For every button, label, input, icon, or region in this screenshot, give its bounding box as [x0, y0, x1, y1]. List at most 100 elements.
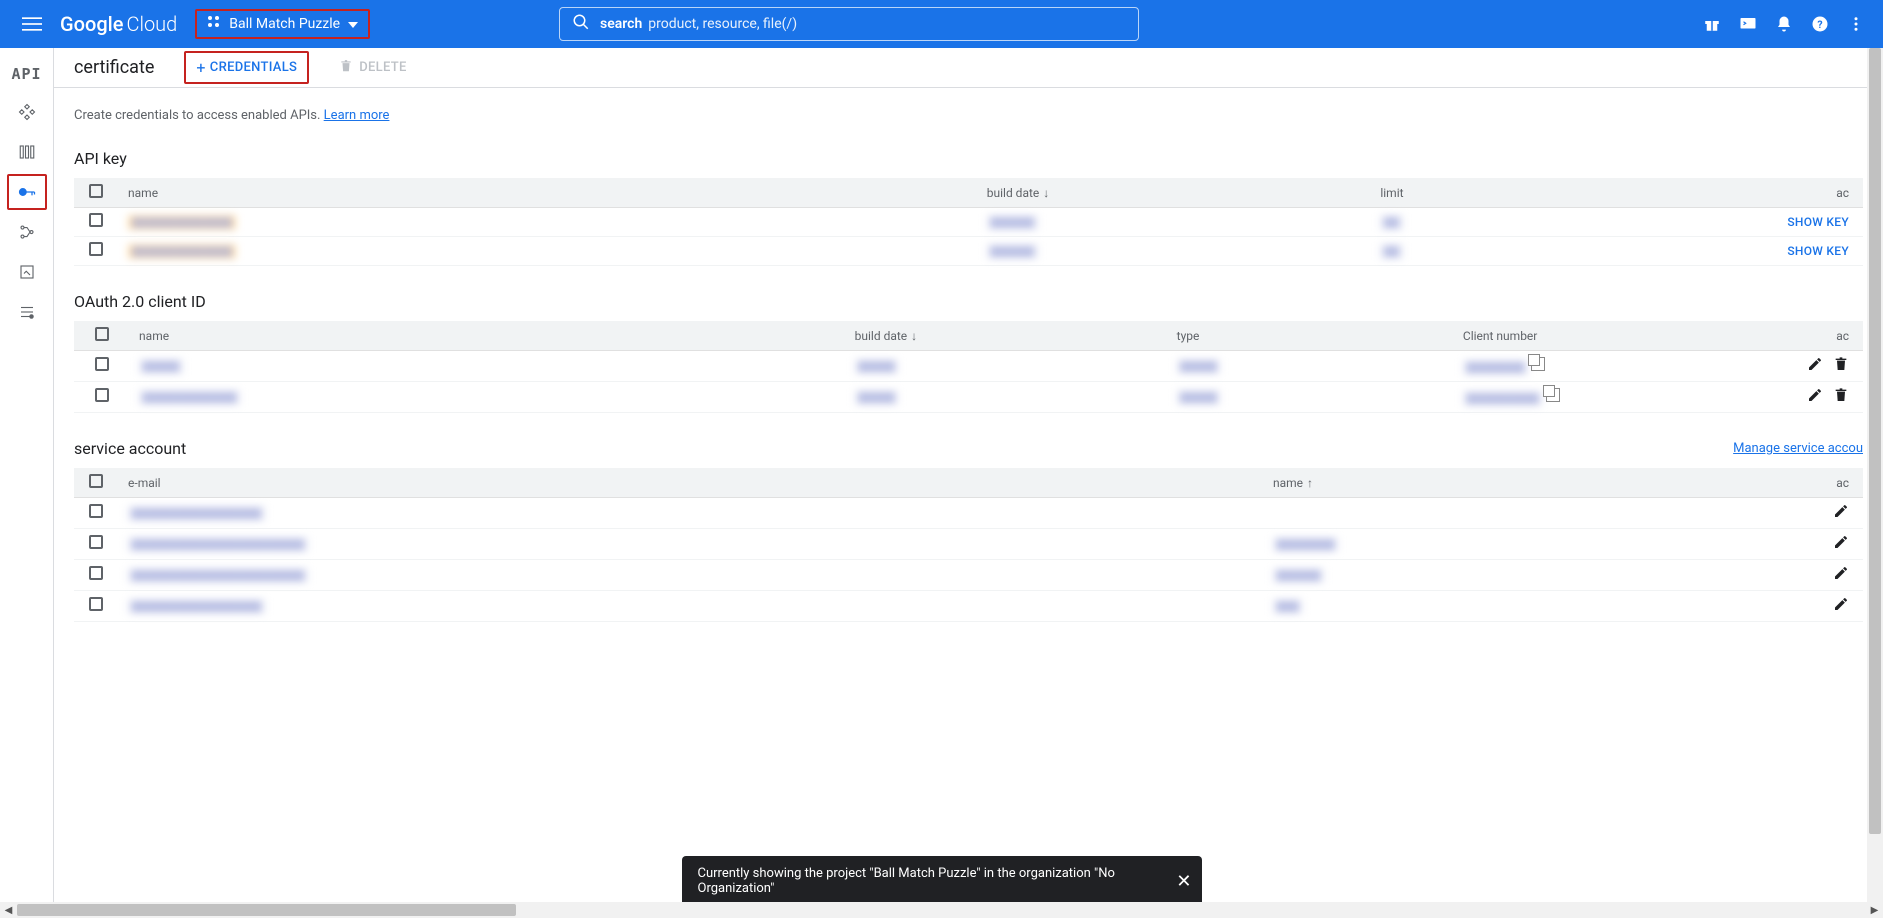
more-vert-icon[interactable] [1847, 15, 1865, 33]
hint-text: Create credentials to access enabled API… [74, 108, 1863, 123]
toast-message: Currently showing the project "Ball Matc… [698, 866, 1162, 896]
cloud-shell-icon[interactable] [1739, 15, 1757, 33]
sa-name: ▮▮▮▮▮▮ [1273, 568, 1324, 583]
trash-icon [339, 59, 353, 77]
checkbox[interactable] [95, 388, 109, 402]
col-actions: ac [1739, 321, 1863, 351]
apikey-limit: ▮▮ [1380, 244, 1402, 259]
table-row: ▮▮▮▮▮ ▮▮▮▮▮ ▮▮▮▮▮ ▮▮▮▮▮▮▮▮ [74, 351, 1863, 382]
show-key-button[interactable]: SHOW KEY [1787, 244, 1849, 258]
table-row: ▮▮▮▮▮▮▮▮▮▮▮▮▮▮▮▮▮▮▮▮▮▮▮▮ ▮▮▮▮▮▮▮▮ [74, 529, 1863, 560]
edit-icon[interactable] [1807, 387, 1823, 407]
search-box[interactable]: search product, resource, file(/) [559, 7, 1139, 41]
svg-text:?: ? [1817, 18, 1822, 31]
rail-item-settings[interactable] [7, 294, 47, 330]
api-label: API [11, 58, 41, 90]
sa-email[interactable]: ▮▮▮▮▮▮▮▮▮▮▮▮▮▮▮▮▮▮ [128, 599, 265, 614]
menu-icon[interactable] [8, 0, 56, 48]
scroll-left-icon[interactable]: ◀ [0, 902, 17, 918]
apikey-name[interactable]: ▮▮▮▮▮▮▮▮▮▮▮▮▮▮ [128, 244, 236, 259]
checkbox[interactable] [89, 535, 103, 549]
oauth-type: ▮▮▮▮▮ [1177, 359, 1221, 374]
create-credentials-button[interactable]: + CREDENTIALS [184, 51, 309, 84]
edit-icon[interactable] [1833, 503, 1849, 523]
create-credentials-label: CREDENTIALS [210, 60, 297, 75]
show-key-button[interactable]: SHOW KEY [1787, 215, 1849, 229]
col-type[interactable]: type [1167, 321, 1453, 351]
oauth-client: ▮▮▮▮▮▮▮▮▮▮ [1463, 391, 1543, 406]
google-cloud-logo[interactable]: Google Cloud [60, 12, 177, 36]
scroll-right-icon[interactable]: ▶ [1866, 902, 1883, 918]
oauth-date: ▮▮▮▮▮ [855, 390, 899, 405]
trash-icon[interactable] [1833, 387, 1849, 407]
edit-icon[interactable] [1807, 356, 1823, 376]
section-title-service-account: service account [74, 439, 186, 458]
edit-icon[interactable] [1833, 534, 1849, 554]
col-name[interactable]: name [118, 178, 977, 208]
vertical-scrollbar[interactable] [1867, 48, 1883, 902]
help-icon[interactable]: ? [1811, 15, 1829, 33]
project-icon [207, 15, 221, 33]
delete-button[interactable]: DELETE [339, 59, 406, 77]
rail-item-page-usage[interactable] [7, 254, 47, 290]
apikey-name[interactable]: ▮▮▮▮▮▮▮▮▮▮▮▮▮▮ [128, 215, 236, 230]
edit-icon[interactable] [1833, 565, 1849, 585]
col-build-date[interactable]: build date↓ [845, 321, 1167, 351]
col-name[interactable]: name↑ [1263, 468, 1764, 498]
project-name: Ball Match Puzzle [229, 16, 340, 32]
rail-item-oauth-consent[interactable] [7, 214, 47, 250]
logo-text-1: Google [60, 12, 123, 36]
col-client-number[interactable]: Client number [1453, 321, 1739, 351]
col-limit[interactable]: limit [1370, 178, 1764, 208]
close-icon[interactable]: ✕ [1176, 871, 1191, 892]
arrow-up-icon: ↑ [1307, 476, 1313, 490]
manage-service-accounts-link[interactable]: Manage service accou [1733, 441, 1863, 456]
edit-icon[interactable] [1833, 596, 1849, 616]
col-build-date[interactable]: build date↓ [977, 178, 1371, 208]
learn-more-link[interactable]: Learn more [324, 108, 390, 123]
horizontal-scrollbar[interactable]: ◀ ▶ [0, 902, 1883, 918]
rail-item-dashboard[interactable] [7, 94, 47, 130]
project-picker[interactable]: Ball Match Puzzle [195, 9, 370, 39]
col-email[interactable]: e-mail [118, 468, 1263, 498]
rail-item-library[interactable] [7, 134, 47, 170]
copy-icon[interactable] [1546, 388, 1560, 402]
trash-icon[interactable] [1833, 356, 1849, 376]
gift-icon[interactable] [1703, 15, 1721, 33]
table-row: ▮▮▮▮▮▮▮▮▮▮▮▮▮▮▮▮▮▮ ▮▮▮ [74, 591, 1863, 622]
col-actions: ac [1764, 178, 1863, 208]
checkbox[interactable] [89, 242, 103, 256]
plus-icon: + [196, 58, 205, 77]
top-app-bar: Google Cloud Ball Match Puzzle search pr… [0, 0, 1883, 48]
col-name[interactable]: name [129, 321, 845, 351]
sa-email[interactable]: ▮▮▮▮▮▮▮▮▮▮▮▮▮▮▮▮▮▮▮▮▮▮▮▮ [128, 537, 308, 552]
logo-text-2: Cloud [126, 12, 177, 36]
main-content: certificate + CREDENTIALS DELETE Create … [54, 48, 1883, 902]
copy-icon[interactable] [1531, 357, 1545, 371]
table-row: ▮▮▮▮▮▮▮▮▮▮▮▮▮▮ ▮▮▮▮▮▮ ▮▮ SHOW KEY [74, 237, 1863, 266]
oauth-name[interactable]: ▮▮▮▮▮▮▮▮▮▮▮▮▮ [139, 390, 240, 405]
checkbox[interactable] [89, 213, 103, 227]
page-header: certificate + CREDENTIALS DELETE [54, 48, 1883, 88]
checkbox[interactable] [89, 597, 103, 611]
table-row: ▮▮▮▮▮▮▮▮▮▮▮▮▮▮ ▮▮▮▮▮▮ ▮▮ SHOW KEY [74, 208, 1863, 237]
rail-item-credentials[interactable] [7, 174, 47, 210]
table-row: ▮▮▮▮▮▮▮▮▮▮▮▮▮▮▮▮▮▮ [74, 498, 1863, 529]
checkbox[interactable] [95, 357, 109, 371]
checkbox-all-oauth[interactable] [95, 327, 109, 341]
oauth-name[interactable]: ▮▮▮▮▮ [139, 359, 183, 374]
sa-email[interactable]: ▮▮▮▮▮▮▮▮▮▮▮▮▮▮▮▮▮▮ [128, 506, 265, 521]
sa-email[interactable]: ▮▮▮▮▮▮▮▮▮▮▮▮▮▮▮▮▮▮▮▮▮▮▮▮ [128, 568, 308, 583]
service-account-table: e-mail name↑ ac ▮▮▮▮▮▮▮▮▮▮▮▮▮▮▮▮▮▮ ▮▮▮▮▮… [74, 468, 1863, 622]
arrow-down-icon: ↓ [911, 329, 917, 343]
checkbox[interactable] [89, 566, 103, 580]
search-icon [572, 13, 590, 35]
checkbox[interactable] [89, 504, 103, 518]
oauth-table: name build date↓ type Client number ac ▮… [74, 321, 1863, 413]
oauth-type: ▮▮▮▮▮ [1177, 390, 1221, 405]
checkbox-all-sa[interactable] [89, 474, 103, 488]
bell-icon[interactable] [1775, 15, 1793, 33]
checkbox-all-apikey[interactable] [89, 184, 103, 198]
toast-notification: Currently showing the project "Ball Matc… [682, 856, 1202, 906]
oauth-date: ▮▮▮▮▮ [855, 359, 899, 374]
